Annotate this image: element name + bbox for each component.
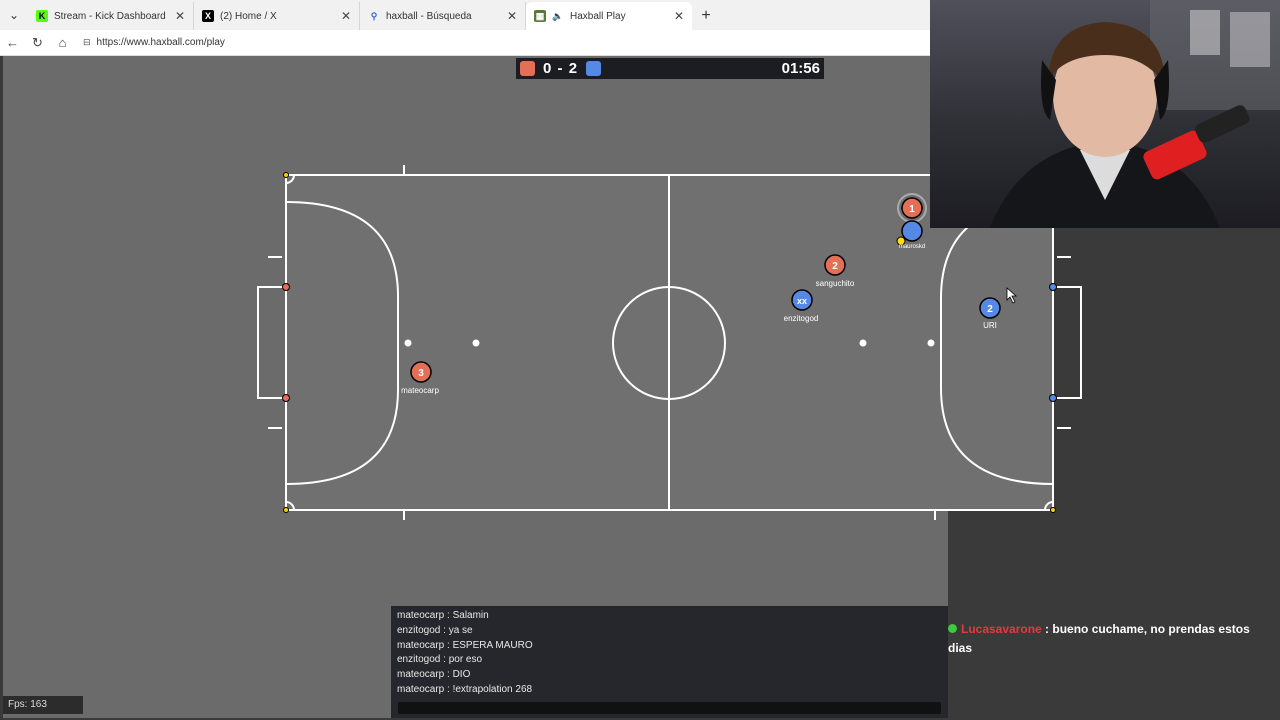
webcam-overlay [930,0,1280,228]
goal-post-blue [1049,394,1057,402]
chat-input[interactable] [398,702,941,714]
red-team-square [520,61,535,76]
score-text: 0 - 2 [543,60,579,77]
blue-team-square [586,61,602,76]
player-name: URI [983,321,997,330]
goal-post-blue [1049,283,1057,291]
match-timer: 01:56 [781,60,820,77]
penalty-spot [404,339,412,347]
player-name: mauroskd [898,244,926,250]
player-red-mateocarp: 3 [410,361,432,383]
chat-message: mateocarp : ESPERA MAURO [397,639,533,651]
player-number: xx [797,296,807,306]
player-number: 3 [418,368,424,379]
penalty-spot [472,339,480,347]
chat-message: mateocarp : Salamin [397,610,489,621]
corner-post [1050,507,1056,513]
player-name: sanguchito [815,279,855,288]
corner-post [283,507,289,513]
player-blue-enzitogod: xx [791,289,813,311]
game-chat: mateocarp : Salamin enzitogod : ya se ma… [391,606,948,718]
webcam-figure [990,0,1280,228]
chat-message: mateocarp : !extrapolation 268 [397,683,533,695]
corner-post [283,172,289,178]
stream-chat-message: Lucasavarone : bueno cuchame, no prendas… [948,622,1250,655]
player-number: 2 [987,304,993,315]
player-number: 1 [909,204,915,215]
chat-username: Lucasavarone [961,622,1042,636]
penalty-spot [927,339,935,347]
player-red-sanguchito: 2 [824,254,846,276]
badge-icon [948,624,957,633]
player-name: mateocarp [401,386,439,395]
chat-message: enzitogod : por eso [397,654,483,666]
chat-message: mateocarp : DIO [397,669,471,681]
player-name: enzitogod [783,314,819,323]
goal-post-red [282,283,290,291]
fps-counter: Fps: 163 [3,696,83,714]
player-number: 2 [832,261,838,272]
player-blue-mauroskd [901,220,923,242]
scoreboard: 0 - 2 01:56 [516,58,824,79]
player-red-1: 1 [901,197,923,219]
player-blue-uri: 2 [979,297,1001,319]
goal-post-red [282,394,290,402]
penalty-spot [859,339,867,347]
chat-message: enzitogod : ya se [397,624,473,636]
